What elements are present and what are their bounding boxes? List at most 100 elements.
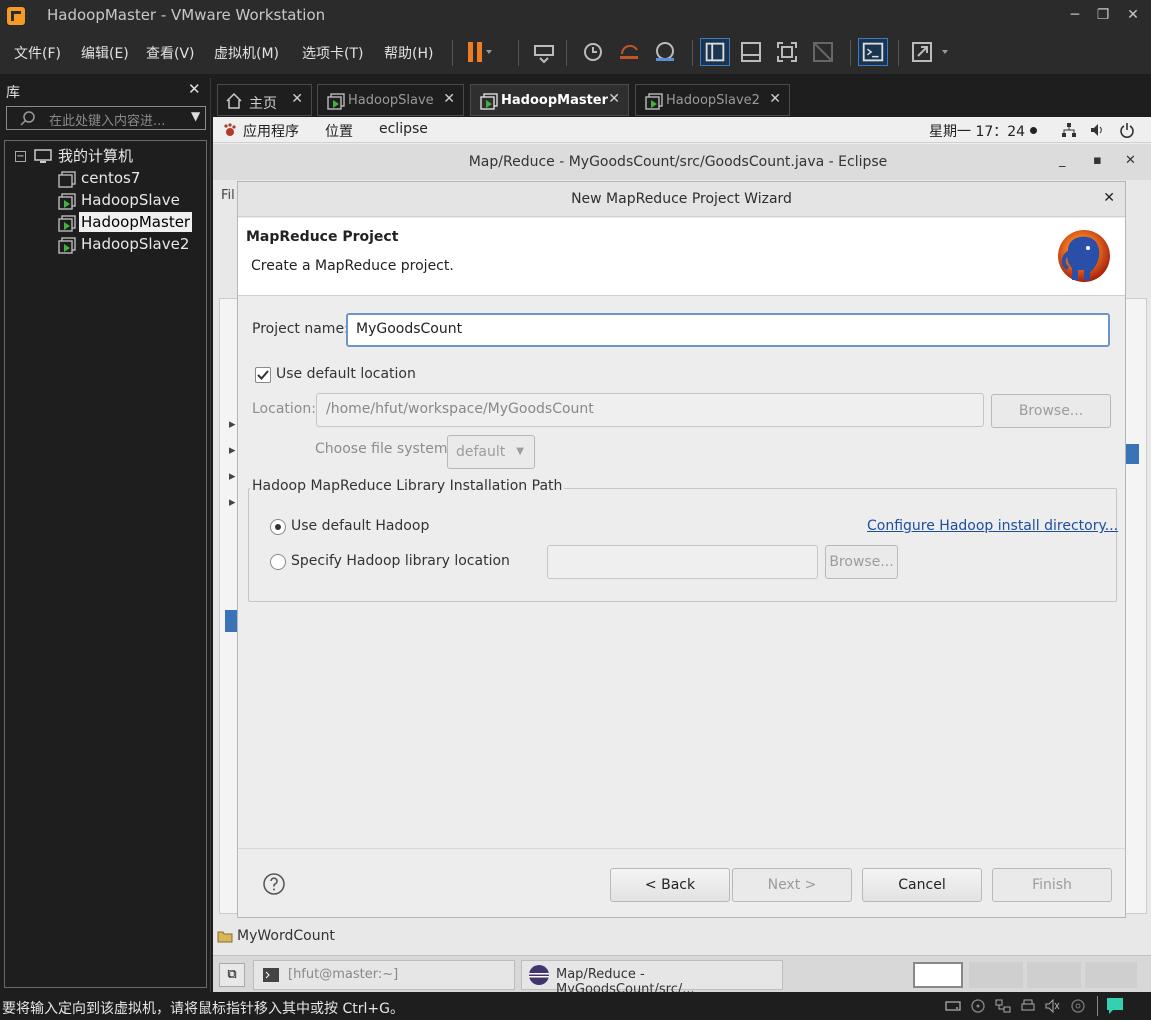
library-title: 库: [6, 85, 20, 101]
project-name-input[interactable]: MyGoodsCount: [346, 313, 1110, 347]
stretch-icon[interactable]: [908, 38, 956, 66]
workspace-3[interactable]: [1027, 962, 1081, 988]
help-icon[interactable]: [262, 872, 286, 896]
hard-disk-icon[interactable]: [944, 998, 962, 1014]
chevron-down-icon[interactable]: ▼: [191, 109, 200, 123]
use-default-hadoop-radio[interactable]: [270, 519, 286, 535]
project-folder-icon: [217, 931, 233, 943]
terminal-icon: [263, 968, 279, 982]
next-button: Next >: [732, 868, 852, 902]
tree-item-hadoopmaster[interactable]: HadoopMaster: [79, 212, 193, 232]
snapshot-icon[interactable]: [578, 38, 608, 66]
hadoop-library-group-title: Hadoop MapReduce Library Installation Pa…: [250, 478, 565, 494]
workspace-4[interactable]: [1085, 962, 1137, 988]
thumbnail-bar-icon[interactable]: [736, 38, 766, 66]
specify-hadoop-radio[interactable]: [270, 554, 286, 570]
tree-item-centos7[interactable]: centos7: [81, 168, 140, 188]
show-library-icon[interactable]: [700, 38, 730, 66]
vm-titlebar: HadoopMaster - VMware Workstation ─ ❐ ✕: [0, 0, 1151, 32]
hadoop-elephant-icon: [1058, 230, 1110, 282]
send-keys-icon[interactable]: [530, 38, 560, 66]
checkmark-icon: [257, 370, 269, 380]
minimize-button[interactable]: _: [1059, 153, 1066, 168]
use-default-location-label[interactable]: Use default location: [276, 366, 416, 382]
message-log-icon[interactable]: [1104, 996, 1126, 1016]
file-system-value: default: [456, 444, 506, 460]
specify-hadoop-label[interactable]: Specify Hadoop library location: [291, 553, 510, 569]
printer-icon[interactable]: [1019, 998, 1037, 1014]
taskbar-eclipse[interactable]: Map/Reduce - MyGoodsCount/src/...: [521, 960, 783, 992]
library-search-input[interactable]: 在此处键入内容进... ▼: [6, 106, 206, 130]
maximize-button[interactable]: ❐: [1090, 4, 1116, 26]
configure-hadoop-link[interactable]: Configure Hadoop install directory...: [867, 518, 1118, 534]
close-icon[interactable]: ✕: [769, 91, 781, 107]
toolbar-separator: [850, 40, 851, 66]
location-value: /home/hfut/workspace/MyGoodsCount: [326, 401, 594, 417]
workspace-2[interactable]: [969, 962, 1023, 988]
tab-hadoopslave2[interactable]: HadoopSlave2 ✕: [635, 84, 790, 116]
status-project-label: MyWordCount: [237, 928, 335, 944]
cd-drive-icon[interactable]: [969, 998, 987, 1014]
active-app-menu[interactable]: eclipse: [379, 121, 428, 137]
volume-icon[interactable]: [1089, 122, 1105, 138]
tree-item-hadoopslave2[interactable]: HadoopSlave2: [81, 234, 189, 254]
workspace-1[interactable]: [913, 962, 963, 988]
use-default-hadoop-label[interactable]: Use default Hadoop: [291, 518, 429, 534]
fullscreen-icon[interactable]: [772, 38, 802, 66]
eclipse-titlebar: Map/Reduce - MyGoodsCount/src/GoodsCount…: [213, 144, 1151, 180]
eclipse-window-title: Map/Reduce - MyGoodsCount/src/GoodsCount…: [468, 154, 888, 170]
clock[interactable]: 星期一 17：24: [929, 121, 1025, 141]
gnome-bottom-panel: ⧉ [hfut@master:~] Map/Reduce - MyGoodsCo…: [213, 955, 1151, 992]
menu-vm[interactable]: 虚拟机(M): [214, 43, 279, 63]
file-system-label: Choose file system:: [315, 441, 453, 457]
menu-file[interactable]: 文件(F): [14, 43, 61, 63]
editor-panel: [1125, 298, 1147, 914]
close-button[interactable]: ✕: [1120, 4, 1146, 26]
unity-icon[interactable]: [808, 38, 838, 66]
library-search-placeholder: 在此处键入内容进...: [49, 114, 166, 129]
show-desktop-button[interactable]: ⧉: [219, 963, 245, 987]
menu-edit[interactable]: 编辑(E): [81, 43, 129, 63]
menu-fragment: Fil: [221, 188, 235, 203]
pause-icon[interactable]: [462, 38, 492, 66]
browse-location-button: Browse...: [991, 394, 1111, 428]
usb-icon[interactable]: [1069, 998, 1087, 1014]
recording-dot-icon: [1030, 127, 1037, 134]
library-close-icon[interactable]: ✕: [188, 80, 201, 98]
taskbar-terminal[interactable]: [hfut@master:~]: [253, 960, 515, 990]
console-view-icon[interactable]: [858, 38, 888, 66]
status-separator: [1097, 996, 1098, 1016]
maximize-button[interactable]: ▪: [1093, 153, 1102, 168]
close-button[interactable]: ✕: [1125, 153, 1136, 168]
vm-off-icon: [58, 171, 76, 188]
menu-tabs[interactable]: 选项卡(T): [302, 43, 363, 63]
places-menu[interactable]: 位置: [325, 121, 353, 141]
close-icon[interactable]: ✕: [1103, 190, 1115, 206]
snapshot-manager-icon[interactable]: [650, 38, 680, 66]
minimize-button[interactable]: ─: [1062, 4, 1088, 26]
tree-item-hadoopslave[interactable]: HadoopSlave: [81, 190, 180, 210]
back-button[interactable]: < Back: [610, 868, 730, 902]
radio-selected-dot: [275, 524, 281, 530]
tree-root-my-computer[interactable]: 我的计算机: [58, 146, 133, 166]
close-icon[interactable]: ✕: [608, 91, 620, 107]
tab-home[interactable]: 主页 ✕: [217, 84, 312, 116]
gnome-top-panel: 应用程序 位置 eclipse 星期一 17：24: [213, 117, 1151, 143]
tab-hadoopslave[interactable]: HadoopSlave ✕: [317, 84, 464, 116]
sound-card-icon[interactable]: [1044, 998, 1062, 1014]
network-adapter-icon[interactable]: [994, 998, 1012, 1014]
network-icon[interactable]: [1061, 122, 1077, 138]
use-default-location-checkbox[interactable]: [255, 367, 271, 383]
close-icon[interactable]: ✕: [291, 91, 303, 107]
tree-expander-icon: ▸: [229, 443, 236, 458]
menu-view[interactable]: 查看(V): [146, 43, 195, 63]
collapse-icon[interactable]: −: [15, 151, 26, 162]
location-label: Location:: [252, 401, 316, 417]
menu-help[interactable]: 帮助(H): [384, 43, 433, 63]
close-icon[interactable]: ✕: [443, 91, 455, 107]
applications-menu[interactable]: 应用程序: [243, 121, 299, 141]
cancel-button[interactable]: Cancel: [862, 868, 982, 902]
revert-snapshot-icon[interactable]: [614, 38, 644, 66]
tab-hadoopmaster[interactable]: HadoopMaster ✕: [470, 84, 629, 116]
power-icon[interactable]: [1119, 122, 1135, 138]
